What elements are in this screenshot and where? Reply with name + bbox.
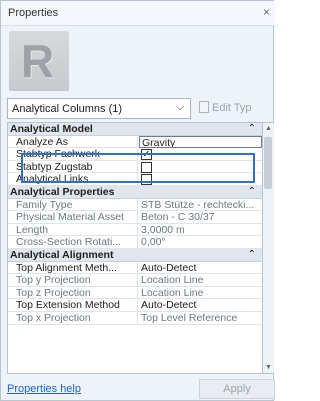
group-label: Analytical Model [10,123,93,135]
property-value[interactable]: Auto-Detect [139,262,262,275]
type-selector-dropdown[interactable]: Analytical Columns (1) ⌵ [7,98,191,119]
group-analytical-properties[interactable]: Analytical Properties ⌃ [8,185,262,199]
property-cross-section-rotation: Cross-Section Rotati... 0,00° [8,236,262,249]
property-length: Length 3,0000 m [8,223,262,237]
property-name: Top Extension Method [8,299,138,312]
property-value[interactable]: Auto-Detect [139,299,262,312]
property-value: STB Stütze - rechtecki... [141,198,255,211]
group-analytical-alignment[interactable]: Analytical Alignment ⌃ [8,248,262,262]
collapse-icon[interactable]: ⌃ [248,186,256,199]
properties-help-link[interactable]: Properties help [7,383,81,395]
property-name: Top z Projection [8,286,138,300]
property-physical-material: Physical Material Asset Beton - C 30/37 [8,211,262,224]
property-name: Analyze As [8,135,138,149]
edit-type-icon [199,101,209,113]
property-name: Top y Projection [8,274,138,287]
group-analytical-model[interactable]: Analytical Model ⌃ [8,123,262,136]
collapse-icon[interactable]: ⌃ [248,249,256,262]
properties-panel: Properties × R Analytical Columns (1) ⌵ … [0,0,275,401]
edit-type-label: Edit Typ [212,102,252,114]
panel-title-bar[interactable]: Properties × [1,1,275,26]
property-name: Physical Material Asset [8,211,138,224]
property-name: Analytical Links [8,173,138,186]
property-top-extension-method[interactable]: Top Extension Method Auto-Detect [8,299,262,312]
property-name: Top Alignment Meth... [8,261,138,275]
chevron-down-icon: ⌵ [176,101,185,113]
property-value: Location Line [141,274,204,287]
scroll-down-icon[interactable]: ▼ [265,364,272,371]
scroll-thumb[interactable] [264,137,272,189]
property-stabtyp-fachwerk: Stabtyp Fachwerk ✓ [8,148,262,161]
type-preview-image: R [9,31,69,91]
close-icon[interactable]: × [263,5,270,19]
property-name: Stabtyp Zugstab [8,160,138,174]
property-top-alignment-method[interactable]: Top Alignment Meth... Auto-Detect [8,261,262,275]
revit-logo-icon: R [21,35,55,87]
property-analyze-as: Analyze As Gravity [8,135,262,149]
type-selector-row: Analytical Columns (1) ⌵ Edit Typ [7,98,275,119]
property-name: Cross-Section Rotati... [8,236,138,249]
property-analytical-links: Analytical Links [8,173,262,186]
type-selector-value: Analytical Columns (1) [12,103,123,115]
scroll-up-icon[interactable]: ▲ [265,125,272,132]
analyze-as-field[interactable]: Gravity [139,135,262,148]
panel-footer: Properties help Apply [7,379,275,399]
property-top-z-projection: Top z Projection Location Line [8,286,262,300]
property-value: Location Line [141,286,204,299]
property-value: Beton - C 30/37 [141,211,215,224]
edit-type-button[interactable]: Edit Typ [199,101,252,114]
vertical-scrollbar[interactable]: ▲ ▼ [263,122,274,374]
property-name: Stabtyp Fachwerk [8,148,138,161]
property-name: Family Type [8,198,138,212]
group-label: Analytical Alignment [10,248,114,261]
property-stabtyp-zugstab: Stabtyp Zugstab [8,160,262,174]
property-family-type: Family Type STB Stütze - rechtecki... [8,198,262,212]
property-name: Length [8,223,138,237]
collapse-icon[interactable]: ⌃ [248,123,256,136]
group-label: Analytical Properties [10,185,115,198]
stabtyp-fachwerk-checkbox[interactable]: ✓ [141,149,152,161]
property-value: 3,0000 m [141,223,185,236]
property-value: 0,00° [141,236,166,249]
property-top-x-projection: Top x Projection Top Level Reference [8,311,262,325]
property-top-y-projection: Top y Projection Location Line [8,274,262,287]
analytical-links-checkbox[interactable] [141,174,152,186]
apply-button[interactable]: Apply [199,379,275,399]
stabtyp-zugstab-checkbox[interactable] [141,161,152,173]
properties-grid: Analytical Model ⌃ Analyze As Gravity St… [7,122,263,374]
property-value: Top Level Reference [141,311,238,324]
panel-title: Properties [8,7,59,19]
property-name: Top x Projection [8,311,138,325]
